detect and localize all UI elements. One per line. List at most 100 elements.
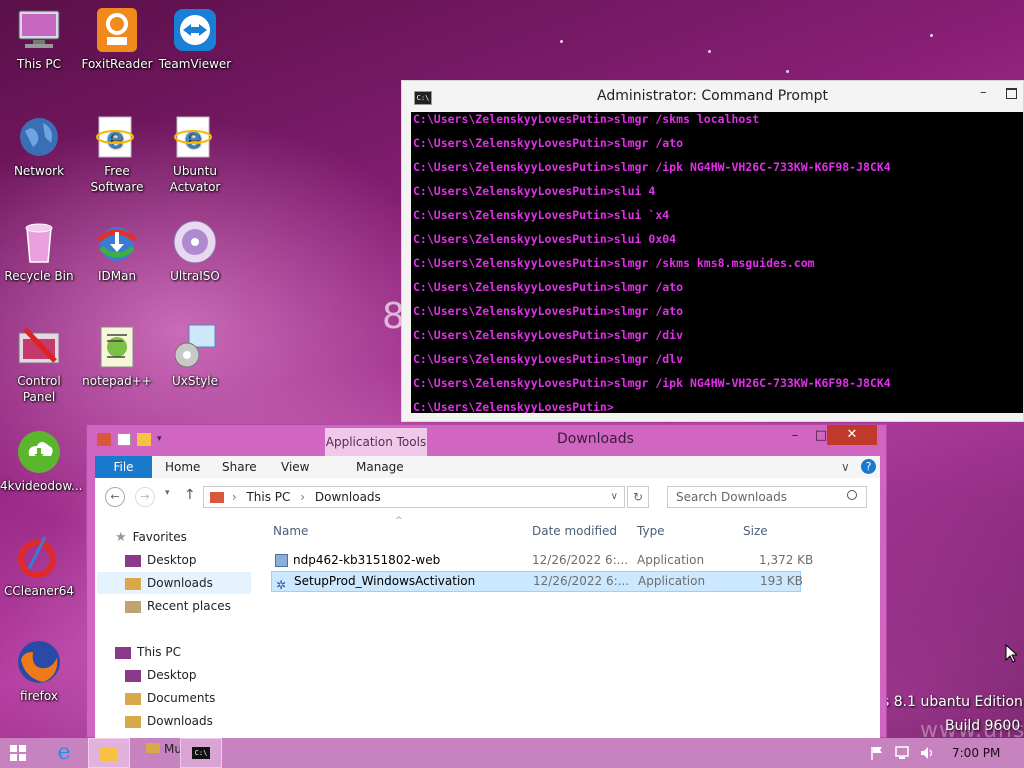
file-size: 193 KB (760, 574, 803, 588)
star-sparkle (708, 50, 711, 53)
uxstyle-icon (174, 324, 216, 368)
nav-favorites[interactable]: ★ Favorites (115, 526, 187, 548)
desktop-icon-free-software[interactable]: e Free Software (78, 113, 156, 195)
file-name: ndp462-kb3151802-web (293, 553, 441, 567)
nav-pc-downloads[interactable]: Downloads (125, 710, 213, 732)
cmd-line: C:\Users\ZelenskyyLovesPutin>slmgr /ipk … (413, 376, 891, 390)
file-date: 12/26/2022 6:... (533, 574, 630, 588)
desktop-icon-teamviewer[interactable]: TeamViewer (156, 6, 234, 72)
nav-this-pc[interactable]: This PC (115, 641, 181, 663)
file-explorer-window[interactable]: ▾ Application Tools Downloads – □ ✕ File… (86, 424, 887, 738)
tab-manage[interactable]: Manage (356, 456, 404, 478)
desktop-icon-control-panel[interactable]: Control Panel (0, 323, 78, 405)
cmd-line: C:\Users\ZelenskyyLovesPutin>slmgr /dlv (413, 352, 684, 366)
volume-icon[interactable] (920, 746, 936, 760)
desktop-icon-4kvideodownloader[interactable]: 4kvideodow... (0, 428, 83, 494)
file-row-selected[interactable]: ✲ SetupProd_WindowsActivation 12/26/2022… (271, 571, 803, 592)
file-type: Application (637, 553, 705, 567)
column-header-size[interactable]: Size (743, 524, 768, 538)
maximize-button[interactable] (1006, 88, 1017, 99)
chevron-down-icon[interactable]: ∨ (611, 487, 618, 507)
action-center-flag-icon[interactable] (870, 746, 884, 760)
search-input[interactable]: Search Downloads (667, 486, 867, 508)
taskbar-command-prompt[interactable]: C:\ (180, 738, 222, 768)
forward-button[interactable]: → (135, 487, 155, 507)
cmd-line: C:\Users\ZelenskyyLovesPutin>slmgr /ato (413, 304, 684, 318)
recent-locations-icon[interactable]: ▾ (165, 488, 170, 498)
up-arrow-icon[interactable]: ↑ (184, 487, 196, 503)
back-button[interactable]: ← (105, 487, 125, 507)
tab-home[interactable]: Home (165, 456, 200, 478)
search-icon (847, 490, 857, 500)
desktop-icon-idman[interactable]: IDMan (78, 218, 156, 284)
breadcrumb-downloads[interactable]: Downloads (315, 490, 381, 504)
close-button[interactable]: ✕ (827, 425, 877, 445)
customize-toolbar-icon[interactable]: ▾ (157, 433, 171, 446)
desktop-icon-notepad-plus[interactable]: notepad++ (78, 323, 156, 389)
ribbon-tabs: File Home Share View Manage ∨ ? (95, 456, 880, 479)
quick-access-toolbar[interactable]: ▾ (97, 433, 171, 447)
desktop-icon-label: TeamViewer (158, 57, 232, 71)
command-prompt-window[interactable]: C:\ Administrator: Command Prompt – C:\U… (401, 80, 1024, 422)
column-header-date[interactable]: Date modified (532, 524, 617, 538)
taskbar-internet-explorer[interactable]: e (48, 738, 80, 768)
tab-view[interactable]: View (281, 456, 309, 478)
minimize-button[interactable]: – (980, 85, 987, 100)
tab-share[interactable]: Share (222, 456, 257, 478)
desktop-icon-uxstyle[interactable]: UxStyle (156, 323, 234, 389)
desktop-icon-foxitreader[interactable]: FoxitReader (78, 6, 156, 72)
nav-recent-places[interactable]: Recent places (125, 595, 231, 617)
desktop-icon-label: CCleaner64 (3, 584, 75, 598)
properties-icon[interactable] (117, 433, 131, 446)
disc-icon (173, 220, 217, 264)
control-panel-icon (18, 327, 60, 364)
svg-text:e: e (107, 121, 124, 154)
monitor-icon (115, 646, 131, 659)
file-row[interactable]: ndp462-kb3151802-web 12/26/2022 6:... Ap… (271, 550, 813, 571)
star-sparkle (786, 70, 789, 73)
application-tools-label: Application Tools (325, 428, 427, 456)
taskbar-file-explorer[interactable] (88, 738, 130, 768)
expand-ribbon-icon[interactable]: ∨ (841, 456, 850, 478)
cmd-line: C:\Users\ZelenskyyLovesPutin>slmgr /skms… (413, 112, 760, 126)
nav-pc-desktop[interactable]: Desktop (125, 664, 197, 686)
desktop-icon-network[interactable]: Network (0, 113, 78, 179)
explorer-title-bar[interactable]: ▾ Application Tools Downloads – □ ✕ (87, 425, 886, 456)
minimize-button[interactable]: – (781, 427, 809, 447)
desktop-icon-label: Network (13, 164, 65, 178)
documents-folder-icon (125, 692, 141, 705)
desktop-icon-ubuntu-activator[interactable]: e Ubuntu Actvator (156, 113, 234, 195)
column-header-name[interactable]: Name (273, 524, 308, 538)
desktop-icon (125, 554, 141, 567)
desktop-icon-recycle-bin[interactable]: Recycle Bin (0, 218, 78, 284)
address-bar[interactable]: › This PC › Downloads ∨ (203, 486, 625, 508)
tab-file[interactable]: File (95, 456, 152, 478)
nav-desktop[interactable]: Desktop (125, 549, 197, 571)
desktop-icon-label: notepad++ (82, 374, 152, 388)
build-text: Build 9600 (945, 718, 1021, 734)
refresh-icon[interactable]: ↻ (627, 486, 649, 508)
desktop-icon-this-pc[interactable]: This PC (0, 6, 78, 72)
cmd-console-output[interactable]: C:\Users\ZelenskyyLovesPutin>slmgr /skms… (411, 112, 1023, 413)
nav-documents[interactable]: Documents (125, 687, 215, 709)
new-folder-icon[interactable] (137, 433, 151, 446)
desktop-icon-ccleaner64[interactable]: CCleaner64 (0, 533, 78, 599)
star-icon: ★ (115, 530, 127, 545)
start-button[interactable] (10, 738, 30, 768)
breadcrumb-this-pc[interactable]: This PC (246, 490, 290, 504)
column-header-type[interactable]: Type (637, 524, 665, 538)
desktop-icon-label: 4kvideodow... (0, 479, 83, 493)
folder-icon (210, 492, 224, 503)
cmd-line: C:\Users\ZelenskyyLovesPutin>slmgr /ipk … (413, 160, 891, 174)
taskbar-clock[interactable]: 7:00 PM (952, 746, 1000, 760)
network-icon[interactable] (895, 746, 911, 760)
folder-icon[interactable] (97, 433, 111, 446)
desktop-icon-firefox[interactable]: firefox (0, 638, 78, 704)
cmd-title-bar[interactable]: C:\ Administrator: Command Prompt – (402, 81, 1023, 112)
desktop-icon-label: Ubuntu Actvator (169, 164, 221, 194)
nav-downloads[interactable]: Downloads (97, 572, 251, 594)
desktop-icon-ultraiso[interactable]: UltraISO (156, 218, 234, 284)
desktop-icon-label: Recycle Bin (4, 269, 74, 283)
file-size: 1,372 KB (759, 553, 814, 567)
help-icon[interactable]: ? (861, 459, 876, 474)
